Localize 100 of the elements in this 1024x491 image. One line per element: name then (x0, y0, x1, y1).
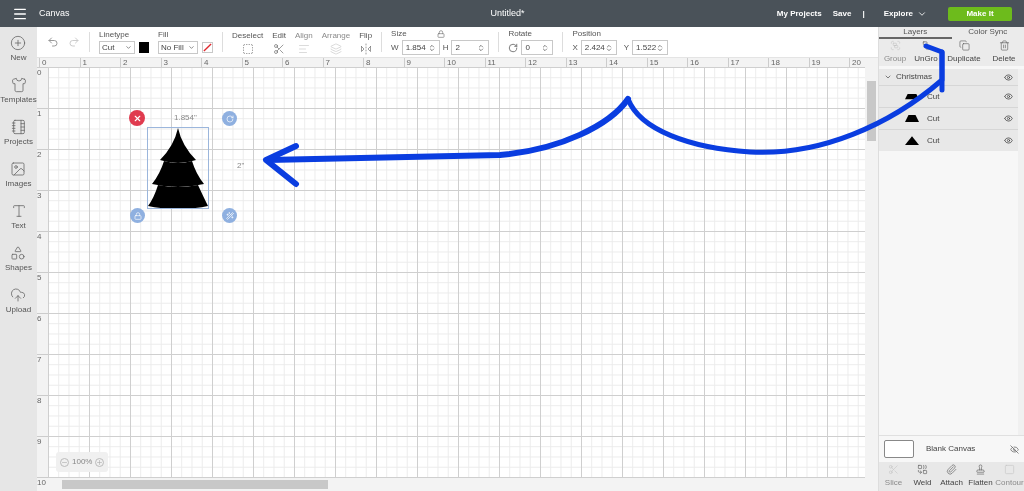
paperclip-icon (946, 464, 957, 475)
weld-icon (917, 464, 928, 475)
trash-icon (998, 40, 1010, 51)
height-label: H (442, 42, 449, 53)
ruler-number: 18 (768, 58, 809, 67)
chevron-down-icon (125, 44, 132, 51)
ruler-number: 6 (282, 58, 323, 67)
horizontal-scrollbar[interactable] (48, 478, 878, 491)
ruler-number: 3 (37, 190, 48, 231)
eye-icon[interactable] (1004, 136, 1013, 145)
ruler-number: 14 (606, 58, 647, 67)
shape-thumbnail-icon (905, 114, 919, 123)
layer-action[interactable]: Delete (985, 40, 1023, 65)
explore-menu[interactable]: Explore (883, 7, 927, 20)
ruler-number: 8 (37, 395, 48, 436)
deselect-icon (241, 42, 254, 55)
caret-icon[interactable] (884, 73, 892, 81)
color-swatch[interactable] (139, 42, 149, 53)
eye-icon[interactable] (1004, 114, 1013, 123)
rotate-label: Rotate (508, 29, 533, 39)
ruler-number: 4 (37, 231, 48, 272)
ruler-number: 6 (37, 313, 48, 354)
stepper-icon[interactable] (427, 43, 436, 52)
linetype-select[interactable]: Cut (99, 41, 135, 54)
blank-canvas-label: Blank Canvas (926, 443, 977, 455)
redo-icon[interactable] (68, 36, 80, 48)
rotate-icon (225, 114, 234, 123)
shirt-icon (10, 77, 27, 93)
header-link[interactable]: My Projects (776, 7, 822, 20)
ruler-number: 19 (808, 58, 849, 67)
group-icon (889, 40, 901, 51)
eye-icon[interactable] (1004, 92, 1013, 101)
header-link[interactable]: Save (832, 7, 852, 20)
ruler-number: 5 (37, 272, 48, 313)
resize-handle[interactable] (222, 208, 237, 223)
stepper-icon[interactable] (656, 43, 665, 52)
zoom-in-icon[interactable] (95, 457, 105, 467)
blank-canvas-swatch[interactable] (884, 440, 914, 458)
height-field[interactable]: 2 (451, 40, 490, 55)
app-name: Canvas (39, 6, 70, 20)
sidebar-item[interactable]: Images (5, 161, 32, 190)
flip-icon (359, 42, 372, 55)
scissors-icon (273, 42, 285, 55)
lock-handle[interactable] (130, 208, 145, 223)
y-field[interactable]: 1.522 (632, 40, 669, 55)
rotate-icon (508, 42, 519, 53)
ruler-number: 13 (565, 58, 606, 67)
fill-select[interactable]: No Fill (158, 41, 198, 54)
plus-icon (10, 35, 27, 51)
sidebar-item[interactable]: Upload (5, 287, 32, 316)
layer-action[interactable]: Duplicate (943, 40, 985, 65)
lock-icon[interactable] (436, 30, 445, 38)
layer-group-row[interactable]: Christmas (879, 69, 1018, 85)
sidebar-item[interactable]: Templates (0, 77, 37, 106)
width-field[interactable]: 1.854 (401, 40, 440, 55)
rotate-handle[interactable] (222, 111, 237, 126)
ruler-number: 1 (79, 58, 120, 67)
no-fill-swatch[interactable] (202, 42, 213, 53)
align-icon (297, 42, 310, 55)
eye-icon[interactable] (1004, 72, 1013, 82)
panel-tab[interactable]: Color Sync (951, 27, 1024, 39)
undo-icon[interactable] (47, 36, 59, 48)
ruler-number: 11 (484, 58, 525, 67)
x-field[interactable]: 2.424 (580, 40, 617, 55)
sidebar-item[interactable]: Text (10, 203, 27, 232)
sidebar-item[interactable]: New (10, 35, 27, 64)
layer-row[interactable]: Cut (879, 107, 1018, 129)
ruler-number: 5 (241, 58, 282, 67)
sidebar-item[interactable]: Shapes (4, 245, 33, 274)
ruler-number: 0 (37, 67, 48, 108)
text-icon (10, 203, 27, 219)
ruler-number: 16 (687, 58, 728, 67)
layer-row[interactable]: Cut (879, 129, 1018, 151)
layer-row[interactable]: Cut (879, 85, 1018, 107)
delete-handle[interactable] (129, 110, 145, 126)
tool-button[interactable]: Edit (272, 29, 286, 55)
layer-action[interactable]: Flatten (966, 464, 995, 489)
scissors-icon (888, 464, 899, 475)
ruler-number: 10 (444, 58, 485, 67)
y-label: Y (623, 42, 630, 53)
shape-thumbnail-icon (905, 92, 919, 101)
layer-action[interactable]: Weld (908, 464, 937, 489)
layer-label: Cut (927, 112, 941, 125)
document-title: Untitled* (489, 6, 526, 20)
stepper-icon[interactable] (477, 43, 486, 52)
sidebar-item[interactable]: Projects (4, 119, 33, 148)
stepper-icon[interactable] (541, 43, 550, 52)
stepper-icon[interactable] (604, 43, 613, 52)
layer-label: Cut (927, 90, 941, 103)
tool-button[interactable]: Deselect (232, 29, 264, 55)
rotate-field[interactable]: 0 (521, 40, 554, 55)
upload-icon (10, 287, 27, 303)
hidden-eye-icon[interactable] (1010, 444, 1019, 454)
linetype-label: Linetype (99, 30, 131, 40)
ruler-number: 3 (160, 58, 201, 67)
tool-button[interactable]: Flip (359, 29, 373, 55)
layer-action[interactable]: Attach (937, 464, 966, 489)
copy-icon (958, 40, 970, 51)
header-link[interactable]: | (862, 7, 865, 20)
layer-action[interactable]: UnGro (909, 40, 943, 65)
